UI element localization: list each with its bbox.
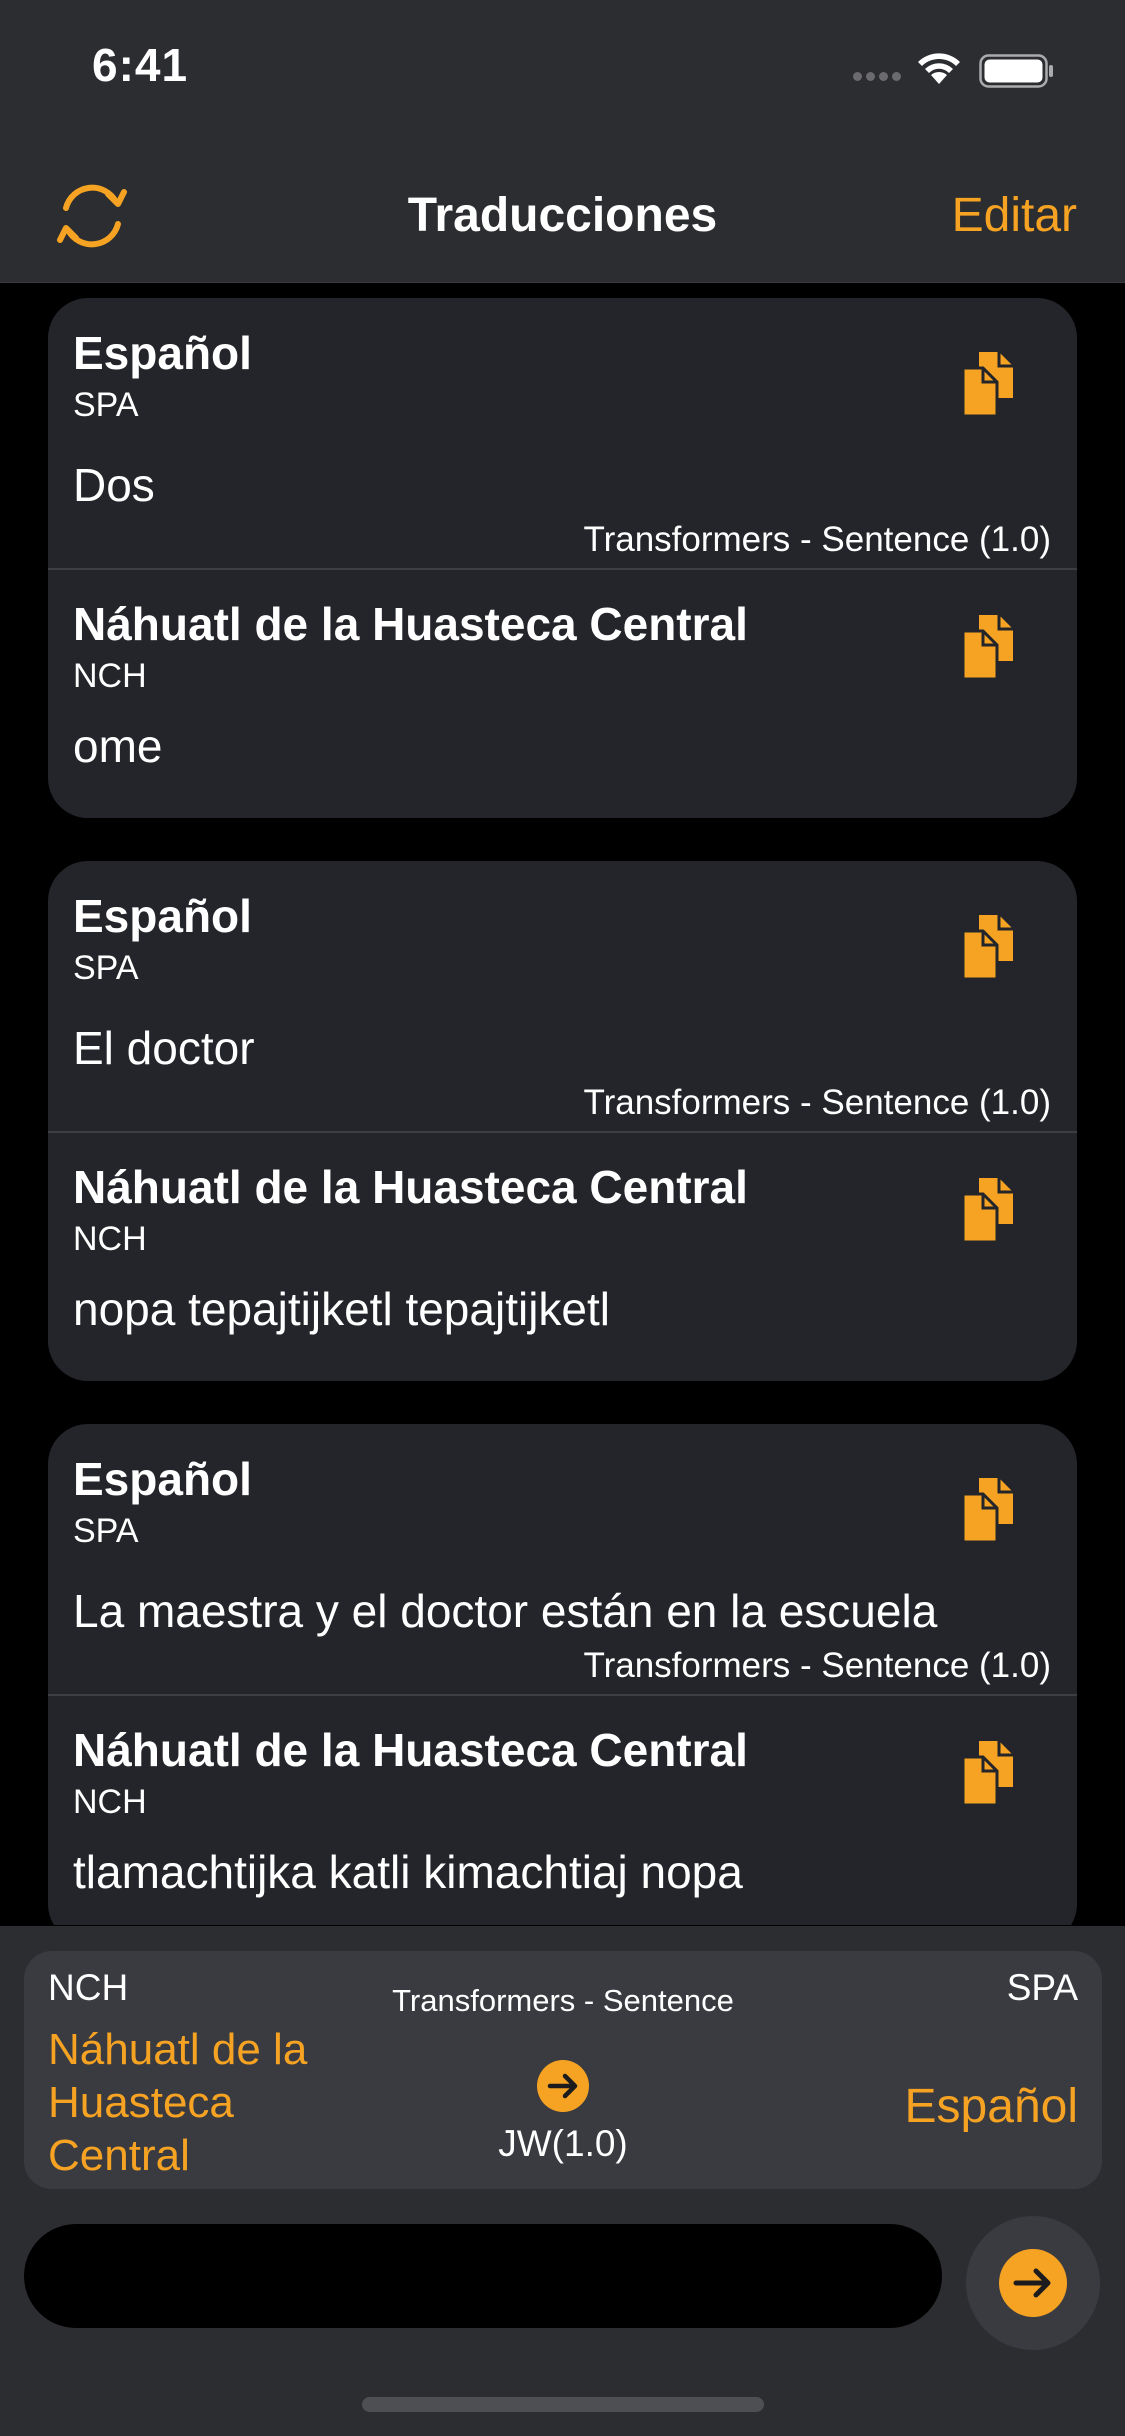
- navigation-header: 6:41 Traducciones Editar: [0, 0, 1125, 283]
- model-label: Transformers - Sentence (1.0): [583, 1083, 1051, 1122]
- translation-card: Español SPA La maestra y el doctor están…: [48, 1424, 1077, 1925]
- target-language-code: NCH: [73, 1220, 147, 1258]
- translations-list[interactable]: Español SPA Dos Transformers - Sentence …: [0, 283, 1125, 1925]
- source-section: Español SPA Dos Transformers - Sentence …: [48, 298, 1077, 568]
- model-name: Transformers - Sentence: [392, 1983, 734, 2018]
- source-language-name: Español: [73, 1453, 252, 1505]
- target-section: Náhuatl de la Huasteca Central NCH ome: [48, 569, 1077, 818]
- translation-card: Español SPA Dos Transformers - Sentence …: [48, 298, 1077, 818]
- model-label: Transformers - Sentence (1.0): [583, 520, 1051, 559]
- status-indicators: [853, 50, 1083, 90]
- status-time: 6:41: [92, 39, 189, 91]
- target-text: tlamachtijka katli kimachtiaj nopa: [73, 1846, 743, 1898]
- copy-icon[interactable]: [959, 350, 1019, 418]
- edit-button[interactable]: Editar: [952, 188, 1077, 243]
- copy-icon[interactable]: [959, 1176, 1019, 1244]
- model-label: Transformers - Sentence (1.0): [583, 1646, 1051, 1685]
- target-language-code: NCH: [73, 657, 147, 695]
- target-section: Náhuatl de la Huasteca Central NCH nopa …: [48, 1132, 1077, 1381]
- swap-direction-icon[interactable]: [536, 2059, 590, 2113]
- language-selector: NCH Náhuatl de la Huasteca Central Trans…: [24, 1951, 1102, 2189]
- target-language-code: SPA: [1006, 1967, 1078, 2008]
- source-text: La maestra y el doctor están en la escue…: [73, 1585, 938, 1637]
- source-language-code: SPA: [73, 1512, 139, 1550]
- source-section: Español SPA La maestra y el doctor están…: [48, 1424, 1077, 1694]
- target-section: Náhuatl de la Huasteca Central NCH tlama…: [48, 1695, 1077, 1925]
- text-input[interactable]: [24, 2224, 942, 2328]
- source-language-name: Español: [73, 890, 252, 942]
- source-section: Español SPA El doctor Transformers - Sen…: [48, 861, 1077, 1131]
- arrow-right-icon: [999, 2249, 1067, 2317]
- copy-icon[interactable]: [959, 913, 1019, 981]
- home-indicator[interactable]: [362, 2397, 764, 2412]
- input-panel: NCH Náhuatl de la Huasteca Central Trans…: [0, 1926, 1125, 2436]
- copy-icon[interactable]: [959, 613, 1019, 681]
- source-language-name: Español: [73, 327, 252, 379]
- target-text: ome: [73, 720, 163, 772]
- source-language-code: SPA: [73, 386, 139, 424]
- copy-icon[interactable]: [959, 1476, 1019, 1544]
- target-language-code: NCH: [73, 1783, 147, 1821]
- wifi-icon: [918, 53, 960, 84]
- source-text: Dos: [73, 459, 155, 511]
- target-text: nopa tepajtijketl tepajtijketl: [73, 1283, 610, 1335]
- target-language-name: Náhuatl de la Huasteca Central: [73, 1161, 748, 1213]
- translation-card: Español SPA El doctor Transformers - Sen…: [48, 861, 1077, 1381]
- source-language-code: SPA: [73, 949, 139, 987]
- translate-button[interactable]: [966, 2216, 1100, 2350]
- battery-icon: [979, 54, 1053, 88]
- source-text: El doctor: [73, 1022, 255, 1074]
- target-language-button[interactable]: Español: [905, 2079, 1078, 2134]
- copy-icon[interactable]: [959, 1739, 1019, 1807]
- target-language-name: Náhuatl de la Huasteca Central: [73, 598, 748, 650]
- target-language-name: Náhuatl de la Huasteca Central: [73, 1724, 748, 1776]
